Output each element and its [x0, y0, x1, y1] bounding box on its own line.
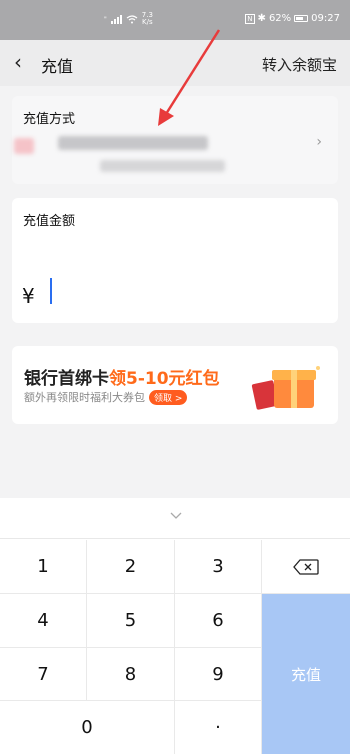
- transfer-to-yuebao-link[interactable]: 转入余额宝: [262, 54, 337, 75]
- pixelated-bank-icon: [14, 138, 34, 154]
- key-9[interactable]: 9: [175, 648, 262, 701]
- amount-label: 充值金额: [23, 214, 76, 229]
- payment-method-label: 充值方式: [23, 112, 76, 127]
- currency-symbol: ¥: [22, 284, 35, 308]
- claim-badge[interactable]: 领取 >: [149, 389, 188, 405]
- network-speed: 7.3 K/s: [141, 11, 153, 26]
- status-bar: " 7.3 K/s N ✱ 62% 09:27: [0, 0, 350, 40]
- signal-icon: [110, 14, 122, 24]
- back-icon[interactable]: ‹: [14, 52, 22, 72]
- promo-subtitle: 额外再领限时福利大券包 领取 >: [24, 389, 188, 405]
- amount-input-caret[interactable]: [50, 278, 52, 304]
- pixelated-bank-name: [58, 136, 208, 150]
- battery-percent: 62%: [268, 13, 292, 24]
- pixelated-bank-detail: [100, 160, 225, 172]
- delete-key[interactable]: [262, 540, 350, 594]
- wifi-icon: [126, 14, 138, 23]
- gift-icon: [251, 366, 320, 410]
- backspace-icon: [293, 558, 319, 575]
- key-6[interactable]: 6: [175, 594, 262, 648]
- key-1[interactable]: 1: [0, 540, 87, 594]
- nav-bar: ‹ 充值 转入余额宝: [0, 40, 350, 86]
- key-5[interactable]: 5: [87, 594, 175, 648]
- chevron-down-icon: [170, 512, 182, 519]
- status-center: " 7.3 K/s: [104, 11, 153, 26]
- key-8[interactable]: 8: [87, 648, 175, 701]
- bluetooth-icon: ✱: [257, 13, 266, 24]
- battery-icon: [294, 15, 309, 22]
- status-right: N ✱ 62% 09:27: [245, 13, 340, 24]
- key-3[interactable]: 3: [175, 540, 262, 594]
- page-title: 充值: [41, 57, 74, 76]
- chevron-right-icon: ›: [316, 134, 322, 150]
- key-7[interactable]: 7: [0, 648, 87, 701]
- number-keypad: 1 2 3 4 5 6 7 8 9 0 · 充值: [0, 498, 350, 754]
- keypad-collapse[interactable]: [0, 498, 350, 539]
- promo-title: 银行首绑卡领5-10元红包: [24, 369, 220, 389]
- payment-method-card[interactable]: 充值方式 ›: [12, 96, 338, 184]
- key-2[interactable]: 2: [87, 540, 175, 594]
- key-4[interactable]: 4: [0, 594, 87, 648]
- recharge-submit-button[interactable]: 充值: [262, 594, 350, 754]
- key-0[interactable]: 0: [0, 701, 175, 754]
- key-decimal[interactable]: ·: [175, 701, 262, 754]
- nfc-icon: N: [245, 13, 255, 24]
- promo-banner[interactable]: 银行首绑卡领5-10元红包 额外再领限时福利大券包 领取 >: [12, 346, 338, 424]
- clock: 09:27: [311, 13, 340, 24]
- amount-card: 充值金额 ¥: [12, 198, 338, 323]
